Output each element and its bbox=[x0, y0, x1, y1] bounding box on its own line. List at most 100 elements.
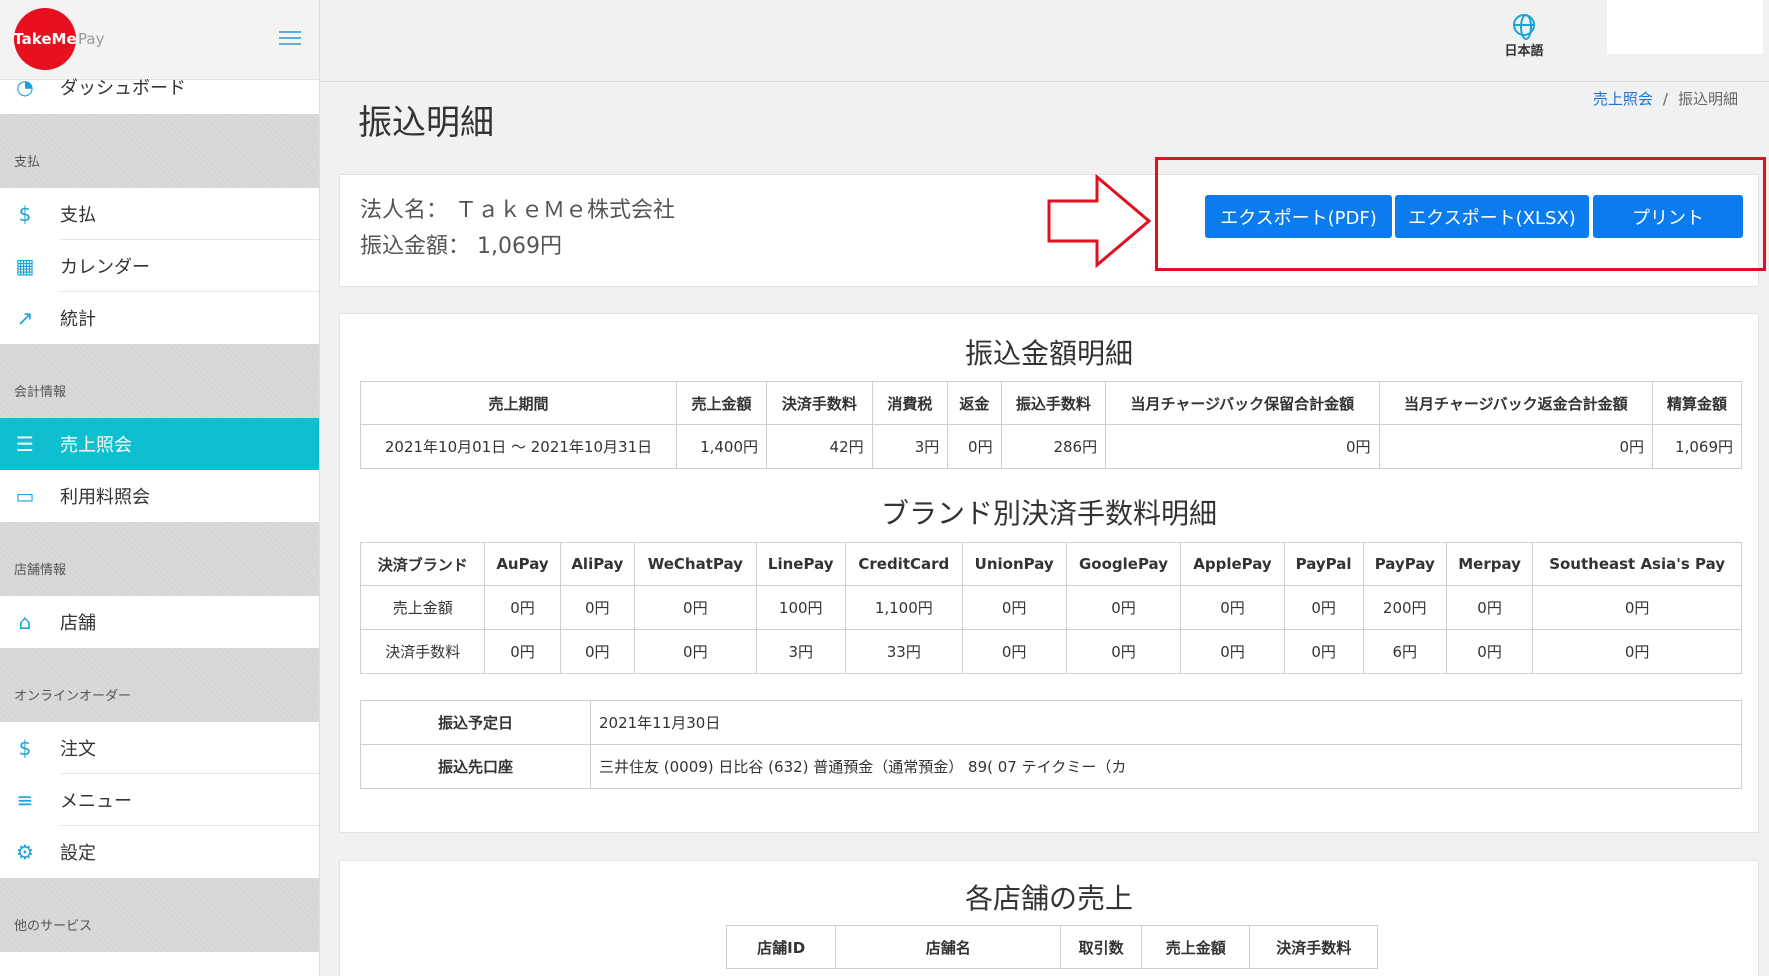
sidebar-item-store[interactable]: ⌂ 店舗 bbox=[0, 596, 319, 648]
table-header-cell: 決済ブランド bbox=[359, 542, 486, 586]
table-row: 決済手数料 0円 0円 0円 3円 33円 0円 0円 0円 0円 6円 0円 0円 bbox=[359, 629, 1742, 674]
table-cell: 0円 bbox=[559, 629, 636, 674]
table-header-cell: 店舗ID bbox=[725, 925, 837, 969]
export-pdf-button[interactable]: エクスポート(PDF) bbox=[1205, 195, 1392, 238]
account-label: 振込先口座 bbox=[360, 744, 591, 789]
table-cell: 0円 bbox=[1532, 585, 1742, 630]
logo[interactable]: TakeMe bbox=[13, 8, 77, 70]
sidebar: TakeMe Pay ◔ ダッシュボード 支払 $ 支払 ▦ カレンダー ↗ 統… bbox=[0, 0, 320, 976]
table-cell: 0円 bbox=[961, 585, 1067, 630]
corp-label: 法人名： bbox=[360, 198, 449, 223]
export-xlsx-button[interactable]: エクスポート(XLSX) bbox=[1395, 195, 1589, 238]
table-cell: 1,100円 bbox=[844, 585, 963, 630]
page-title: 振込明細 bbox=[358, 103, 494, 143]
table-cell: 売上金額 bbox=[359, 585, 486, 630]
dollar-icon: $ bbox=[18, 202, 32, 226]
brand-fees-table: 決済ブランド AuPay AliPay WeChatPay LinePay CreditC… bbox=[359, 542, 1742, 674]
scheduled-date-value: 2021年11月30日 bbox=[590, 700, 1742, 745]
table-header-cell: CreditCard bbox=[844, 542, 963, 586]
breadcrumb: 売上照会 / 振込明細 bbox=[1592, 90, 1738, 108]
table-row: 2021年10月01日 ～ 2021年10月31日 1,400円 42円 3円 0円 28… bbox=[360, 424, 1742, 469]
table-header-cell: PayPay bbox=[1362, 542, 1447, 586]
table-header-cell: PayPal bbox=[1283, 542, 1364, 586]
table-cell: 0円 bbox=[484, 629, 561, 674]
calendar-icon: ▦ bbox=[15, 254, 35, 278]
sidebar-item-fee-inquiry[interactable]: ▭ 利用料照会 bbox=[0, 470, 319, 522]
table-cell: 0円 bbox=[1180, 585, 1285, 630]
table-header-cell: 決済手数料 bbox=[766, 381, 873, 425]
table-cell: 0円 bbox=[1283, 585, 1364, 630]
globe-icon bbox=[1513, 14, 1535, 40]
table-cell: 0円 bbox=[1532, 629, 1742, 674]
list-icon: ☰ bbox=[16, 432, 34, 456]
store-sales-title: 各店舗の売上 bbox=[964, 882, 1133, 915]
table-cell: 2021年10月01日 ～ 2021年10月31日 bbox=[360, 424, 677, 469]
menu-toggle-icon[interactable] bbox=[279, 31, 301, 47]
sidebar-item-sales-inquiry[interactable]: ☰ 売上照会 bbox=[0, 418, 319, 470]
breadcrumb-link-sales[interactable]: 売上照会 bbox=[1593, 90, 1653, 108]
scheduled-date-label: 振込予定日 bbox=[360, 700, 591, 745]
table-cell: 6円 bbox=[1362, 629, 1447, 674]
sidebar-item-calendar[interactable]: ▦ カレンダー bbox=[0, 240, 319, 292]
topbar: 日本語 bbox=[320, 0, 1769, 82]
language-label: 日本語 bbox=[1504, 44, 1544, 59]
user-menu[interactable] bbox=[1607, 0, 1763, 54]
table-cell: 0円 bbox=[947, 424, 1002, 469]
language-selector[interactable]: 日本語 bbox=[1488, 14, 1560, 59]
table-header-cell: LinePay bbox=[755, 542, 846, 586]
table-cell: 1,400円 bbox=[675, 424, 768, 469]
trend-icon: ↗ bbox=[16, 306, 34, 330]
table-header-cell: 売上期間 bbox=[360, 381, 677, 425]
table-header-cell: 店舗名 bbox=[835, 925, 1062, 969]
table-row: 売上金額 0円 0円 0円 100円 1,100円 0円 0円 0円 0円 200円 0円 0円 bbox=[359, 585, 1742, 630]
table-header-cell: WeChatPay bbox=[634, 542, 757, 586]
table-row: 振込先口座 三井住友 (0009) 日比谷 (632) 普通預金（通常預金） 8… bbox=[360, 744, 1742, 789]
table-cell: 286円 bbox=[1000, 424, 1107, 469]
table-header-cell: UnionPay bbox=[961, 542, 1067, 586]
table-header-cell: 消費税 bbox=[871, 381, 949, 425]
table-row: 振込予定日 2021年11月30日 bbox=[360, 700, 1742, 745]
table-header-cell: AuPay bbox=[484, 542, 561, 586]
table-cell: 決済手数料 bbox=[359, 629, 486, 674]
table-cell: 0円 bbox=[1445, 629, 1534, 674]
summary-info: 法人名： ＴａｋｅＭｅ株式会社 振込金額： 1,069円 bbox=[360, 193, 675, 265]
sidebar-item-orders[interactable]: $ 注文 bbox=[0, 722, 319, 774]
sidebar-item-stats[interactable]: ↗ 統計 bbox=[0, 292, 319, 344]
brand-fees-title: ブランド別決済手数料明細 bbox=[880, 497, 1217, 530]
sidebar-item-settings[interactable]: ⚙ 設定 bbox=[0, 826, 319, 878]
home-icon: ⌂ bbox=[18, 610, 32, 634]
table-header-cell: 返金 bbox=[947, 381, 1002, 425]
print-button[interactable]: プリント bbox=[1593, 195, 1743, 238]
right-arrow-icon bbox=[1047, 173, 1152, 269]
table-cell: 3円 bbox=[755, 629, 846, 674]
menu-icon: ≡ bbox=[16, 788, 34, 812]
transfer-amount: 1,069円 bbox=[477, 234, 562, 259]
table-cell: 33円 bbox=[844, 629, 963, 674]
store-sales-card: 各店舗の売上 店舗ID 店舗名 取引数 売上金額 決済手数料 bbox=[339, 860, 1759, 976]
table-cell: 200円 bbox=[1362, 585, 1447, 630]
table-cell: 0円 bbox=[484, 585, 561, 630]
account-value: 三井住友 (0009) 日比谷 (632) 普通預金（通常預金） 89( 07 … bbox=[590, 744, 1742, 789]
clock-icon: ◔ bbox=[16, 75, 34, 99]
table-cell: 0円 bbox=[1283, 629, 1364, 674]
table-header-cell: 当月チャージバック返金合計金額 bbox=[1378, 381, 1654, 425]
table-header-cell: 売上金額 bbox=[675, 381, 768, 425]
table-cell: 0円 bbox=[1378, 424, 1654, 469]
table-header-cell: Merpay bbox=[1445, 542, 1534, 586]
table-header-cell: 決済手数料 bbox=[1249, 925, 1378, 969]
table-header-cell: 当月チャージバック保留合計金額 bbox=[1105, 381, 1380, 425]
table-cell: 0円 bbox=[961, 629, 1067, 674]
logo-suffix: Pay bbox=[78, 30, 105, 48]
transfer-detail-table: 売上期間 売上金額 決済手数料 消費税 返金 振込手数料 当月チャージバック保留合計金額 当月… bbox=[360, 381, 1742, 469]
table-header-cell: 売上金額 bbox=[1141, 925, 1251, 969]
table-header-cell: 精算金額 bbox=[1652, 381, 1742, 425]
sidebar-item-dashboard[interactable]: ◔ ダッシュボード bbox=[0, 75, 319, 114]
table-cell: 100円 bbox=[755, 585, 846, 630]
dollar-icon: $ bbox=[18, 736, 32, 760]
gear-icon: ⚙ bbox=[16, 840, 34, 864]
sidebar-item-payment[interactable]: $ 支払 bbox=[0, 188, 319, 240]
sidebar-item-menu[interactable]: ≡ メニュー bbox=[0, 774, 319, 826]
table-header-cell: 取引数 bbox=[1060, 925, 1143, 969]
table-cell: 0円 bbox=[1065, 629, 1182, 674]
table-header-cell: GooglePay bbox=[1065, 542, 1182, 586]
